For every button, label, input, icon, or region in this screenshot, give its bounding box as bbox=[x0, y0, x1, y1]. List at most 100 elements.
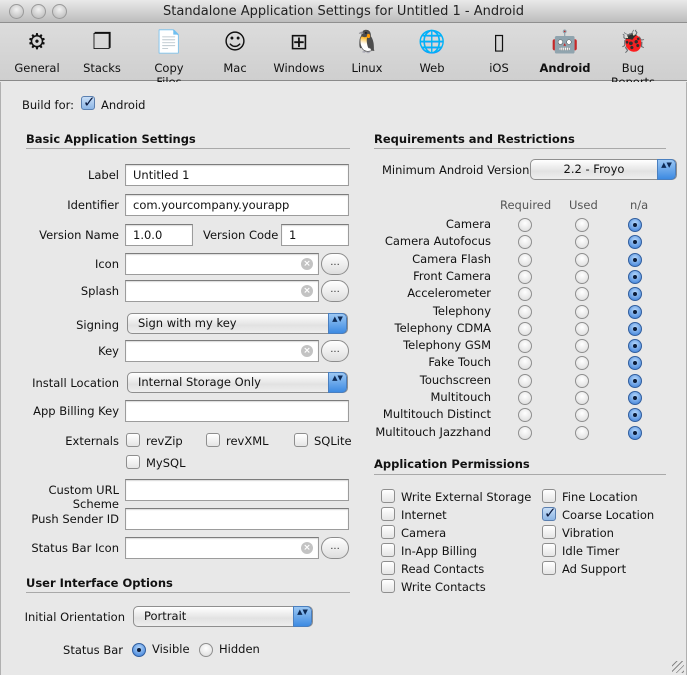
feature-na-radio[interactable] bbox=[628, 218, 642, 232]
permission-checkbox[interactable] bbox=[381, 579, 395, 593]
toolbar-bug-reports[interactable]: 🐞Bug Reports bbox=[598, 27, 668, 90]
minimize-window-button[interactable] bbox=[31, 4, 46, 19]
feature-required-radio[interactable] bbox=[518, 287, 532, 302]
url-scheme-field[interactable] bbox=[125, 479, 349, 501]
icon-browse-button[interactable]: ... bbox=[321, 253, 349, 275]
status-bar-icon-field[interactable]: × bbox=[125, 537, 319, 559]
feature-used-radio[interactable] bbox=[575, 287, 589, 302]
feature-used-radio[interactable] bbox=[575, 356, 589, 371]
splash-field[interactable]: × bbox=[125, 280, 319, 302]
feature-required-radio[interactable] bbox=[518, 408, 532, 423]
feature-required-radio[interactable] bbox=[518, 339, 532, 354]
feature-na-radio[interactable] bbox=[628, 339, 642, 354]
toolbar-general[interactable]: ⚙ General bbox=[11, 27, 63, 76]
feature-required-radio[interactable] bbox=[518, 269, 532, 284]
build-for-android-checkbox[interactable] bbox=[81, 93, 96, 111]
permission-checkbox[interactable] bbox=[381, 507, 395, 521]
toolbar-copy-files[interactable]: 📄Copy Files bbox=[140, 27, 198, 90]
feature-required-radio[interactable] bbox=[518, 235, 532, 250]
feature-used-radio[interactable] bbox=[575, 304, 589, 319]
toolbar-label: Android bbox=[539, 61, 591, 75]
feature-required-radio[interactable] bbox=[518, 304, 532, 319]
clear-icon[interactable]: × bbox=[301, 285, 313, 297]
feature-required-radio[interactable] bbox=[518, 252, 532, 267]
feature-used-radio[interactable] bbox=[575, 321, 589, 336]
feature-used-radio[interactable] bbox=[575, 269, 589, 284]
revxml-checkbox[interactable] bbox=[206, 433, 220, 447]
resize-grip[interactable] bbox=[672, 661, 684, 673]
identifier-field[interactable]: com.yourcompany.yourapp bbox=[125, 194, 349, 216]
permission-checkbox[interactable] bbox=[381, 489, 395, 503]
feature-required-radio[interactable] bbox=[518, 321, 532, 336]
feature-na-radio[interactable] bbox=[628, 321, 642, 336]
permission-checkbox[interactable] bbox=[381, 561, 395, 575]
toolbar-mac[interactable]: ☺ Mac bbox=[218, 27, 252, 76]
signing-popup[interactable]: Sign with my key ▲▼ bbox=[127, 313, 348, 334]
status-bar-hidden-radio[interactable] bbox=[199, 643, 213, 657]
feature-na-radio[interactable] bbox=[628, 425, 642, 440]
feature-required-radio[interactable] bbox=[518, 356, 532, 371]
clear-icon[interactable]: × bbox=[301, 345, 313, 357]
feature-used-radio[interactable] bbox=[575, 252, 589, 267]
feature-na-radio[interactable] bbox=[628, 356, 642, 371]
feature-used-radio[interactable] bbox=[575, 391, 589, 405]
permission-checkbox[interactable] bbox=[542, 504, 557, 522]
permission-checkbox[interactable] bbox=[542, 543, 556, 557]
mysql-checkbox[interactable] bbox=[126, 455, 140, 469]
status-bar-visible-radio[interactable] bbox=[132, 643, 146, 657]
version-code-field[interactable]: 1 bbox=[281, 224, 349, 246]
feature-used-radio[interactable] bbox=[575, 408, 589, 423]
ui-options-title: User Interface Options bbox=[26, 576, 173, 590]
install-location-popup[interactable]: Internal Storage Only ▲▼ bbox=[127, 372, 348, 393]
icon-field[interactable]: × bbox=[125, 253, 319, 275]
feature-na-radio[interactable] bbox=[628, 269, 642, 284]
feature-na-radio[interactable] bbox=[628, 252, 642, 267]
permission-checkbox[interactable] bbox=[381, 525, 395, 539]
toolbar-ios[interactable]: ▯ iOS bbox=[482, 27, 516, 76]
feature-na-radio[interactable] bbox=[628, 391, 642, 405]
push-sender-field[interactable] bbox=[125, 508, 349, 530]
build-for-android-label: Android bbox=[101, 98, 146, 112]
feature-na-radio[interactable] bbox=[628, 235, 642, 250]
feature-used-radio[interactable] bbox=[575, 339, 589, 354]
feature-required-radio[interactable] bbox=[518, 391, 532, 405]
status-bar-icon-browse-button[interactable]: ... bbox=[321, 537, 349, 559]
feature-used-radio[interactable] bbox=[575, 373, 589, 388]
toolbar-linux[interactable]: 🐧 Linux bbox=[347, 27, 387, 76]
feature-used-radio[interactable] bbox=[575, 218, 589, 232]
label-field[interactable]: Untitled 1 bbox=[125, 164, 349, 186]
permission-checkbox[interactable] bbox=[542, 561, 556, 575]
billing-key-label: App Billing Key bbox=[33, 404, 119, 418]
close-window-button[interactable] bbox=[9, 4, 24, 19]
toolbar-stacks[interactable]: ❐ Stacks bbox=[80, 27, 124, 76]
version-name-field[interactable]: 1.0.0 bbox=[125, 224, 193, 246]
sqlite-checkbox[interactable] bbox=[294, 433, 308, 447]
permission-checkbox[interactable] bbox=[542, 525, 556, 539]
permissions-title: Application Permissions bbox=[374, 457, 530, 471]
billing-key-field[interactable] bbox=[125, 400, 349, 422]
toolbar-android[interactable]: 🤖 Android bbox=[539, 27, 591, 76]
permission-checkbox[interactable] bbox=[381, 543, 395, 557]
zoom-window-button[interactable] bbox=[52, 4, 67, 19]
feature-used-radio[interactable] bbox=[575, 425, 589, 440]
feature-na-radio[interactable] bbox=[628, 287, 642, 302]
clear-icon[interactable]: × bbox=[301, 258, 313, 270]
permission-checkbox[interactable] bbox=[542, 489, 556, 503]
feature-required-radio[interactable] bbox=[518, 425, 532, 440]
key-browse-button[interactable]: ... bbox=[321, 340, 349, 362]
clear-icon[interactable]: × bbox=[301, 542, 313, 554]
feature-na-radio[interactable] bbox=[628, 304, 642, 319]
toolbar-windows[interactable]: ⊞ Windows bbox=[273, 27, 325, 76]
min-version-popup[interactable]: 2.2 - Froyo ▲▼ bbox=[530, 159, 677, 180]
feature-na-radio[interactable] bbox=[628, 408, 642, 423]
revzip-checkbox[interactable] bbox=[126, 433, 140, 447]
feature-required-radio[interactable] bbox=[518, 373, 532, 388]
feature-required-radio[interactable] bbox=[518, 218, 532, 232]
feature-used-radio[interactable] bbox=[575, 235, 589, 250]
splash-browse-button[interactable]: ... bbox=[321, 280, 349, 302]
feature-na-radio[interactable] bbox=[628, 373, 642, 388]
key-field[interactable]: × bbox=[125, 340, 319, 362]
orientation-popup[interactable]: Portrait ▲▼ bbox=[133, 606, 313, 627]
install-location-label: Install Location bbox=[32, 376, 119, 390]
toolbar-web[interactable]: 🌐 Web bbox=[415, 27, 449, 76]
